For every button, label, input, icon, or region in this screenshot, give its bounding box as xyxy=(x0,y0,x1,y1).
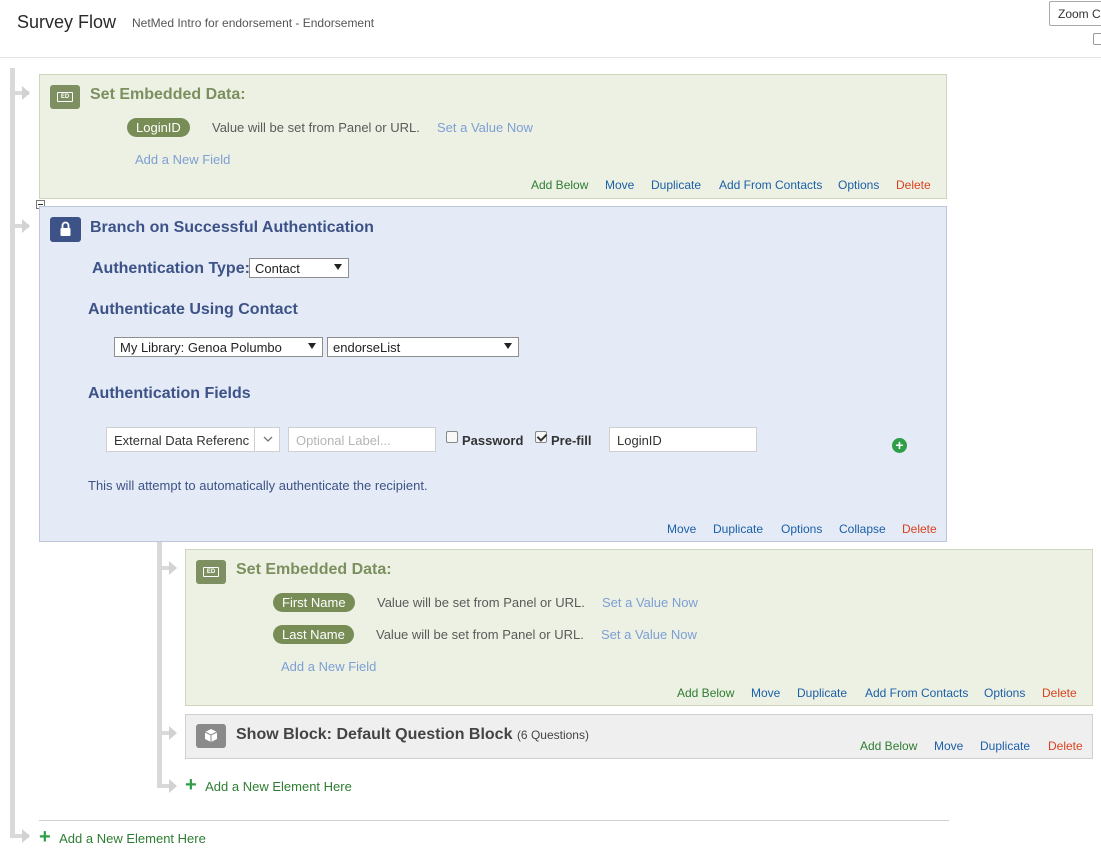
question-count: (6 Questions) xyxy=(516,728,589,742)
add-element-outer[interactable]: + Add a New Element Here xyxy=(39,826,206,848)
prefill-field-input[interactable]: LoginID xyxy=(609,427,757,452)
field-value-text: Value will be set from Panel or URL. xyxy=(377,595,585,610)
options-button[interactable]: Options xyxy=(781,522,822,536)
optional-label-input[interactable]: Optional Label... xyxy=(288,427,436,452)
flow-arrow xyxy=(169,561,177,575)
add-field-link[interactable]: Add a New Field xyxy=(135,152,230,167)
flow-end-divider xyxy=(39,820,949,821)
field-value-text: Value will be set from Panel or URL. xyxy=(376,627,584,642)
plus-icon: + xyxy=(39,826,51,848)
plus-icon: + xyxy=(185,774,197,796)
prefill-label: Pre-fill xyxy=(551,433,592,448)
authenticator-panel: Branch on Successful Authentication Auth… xyxy=(39,206,947,542)
auth-fields-label: Authentication Fields xyxy=(88,385,251,402)
header-divider xyxy=(0,57,1101,58)
field-value-text: Value will be set from Panel or URL. xyxy=(212,120,420,135)
flow-line-inner xyxy=(157,542,162,788)
password-label: Password xyxy=(462,433,524,448)
add-field-plus-icon[interactable]: + xyxy=(892,438,907,453)
field-pill[interactable]: LoginID xyxy=(127,118,190,137)
show-block-title: Show Block: Default Question Block (6 Qu… xyxy=(236,726,589,743)
duplicate-button[interactable]: Duplicate xyxy=(651,178,701,192)
duplicate-button[interactable]: Duplicate xyxy=(797,686,847,700)
add-below-button[interactable]: Add Below xyxy=(860,739,917,753)
delete-button[interactable]: Delete xyxy=(1042,686,1077,700)
move-button[interactable]: Move xyxy=(667,522,696,536)
embedded-data-title: Set Embedded Data: xyxy=(90,86,246,103)
embedded-data-panel: ED Set Embedded Data: LoginID Value will… xyxy=(39,74,947,199)
move-button[interactable]: Move xyxy=(605,178,634,192)
contact-library-select[interactable]: My Library: Genoa Polumbo xyxy=(114,337,323,357)
delete-button[interactable]: Delete xyxy=(896,178,931,192)
page-title: Survey Flow xyxy=(17,12,117,32)
embedded-data-icon: ED xyxy=(196,560,226,584)
show-block-panel: Show Block: Default Question Block (6 Qu… xyxy=(185,714,1093,759)
add-element-label: Add a New Element Here xyxy=(59,831,206,846)
options-button[interactable]: Options xyxy=(984,686,1025,700)
add-field-link[interactable]: Add a New Field xyxy=(281,659,376,674)
add-below-button[interactable]: Add Below xyxy=(531,178,588,192)
password-checkbox[interactable] xyxy=(446,431,458,443)
field-pill[interactable]: First Name xyxy=(273,593,355,612)
collapse-button[interactable]: Collapse xyxy=(839,522,886,536)
add-from-contacts-button[interactable]: Add From Contacts xyxy=(865,686,968,700)
embedded-data-icon: ED xyxy=(50,85,80,109)
chevron-down-icon[interactable] xyxy=(254,427,280,452)
auth-type-label: Authentication Type: xyxy=(92,260,250,277)
zoom-select[interactable]: Zoom C xyxy=(1049,1,1101,26)
set-value-link[interactable]: Set a Value Now xyxy=(601,627,697,642)
flow-arrow xyxy=(22,219,30,233)
add-element-label: Add a New Element Here xyxy=(205,779,352,794)
set-value-link[interactable]: Set a Value Now xyxy=(602,595,698,610)
flow-line-outer xyxy=(10,68,15,838)
embedded-data-title: Set Embedded Data: xyxy=(236,561,392,578)
chevron-down-icon xyxy=(504,343,512,349)
contact-list-select[interactable]: endorseList xyxy=(327,337,519,357)
flow-arrow xyxy=(22,829,30,843)
flow-arrow xyxy=(22,86,30,100)
auth-using-label: Authenticate Using Contact xyxy=(88,301,298,318)
survey-name: NetMed Intro for endorsement - Endorseme… xyxy=(132,16,375,30)
flow-arrow xyxy=(169,726,177,740)
flow-arrow xyxy=(169,779,177,793)
authenticator-title: Branch on Successful Authentication xyxy=(90,219,374,236)
add-below-button[interactable]: Add Below xyxy=(677,686,734,700)
lock-icon xyxy=(50,217,81,242)
header-checkbox[interactable] xyxy=(1093,33,1101,45)
chevron-down-icon xyxy=(308,343,316,349)
delete-button[interactable]: Delete xyxy=(1048,739,1083,753)
field-pill[interactable]: Last Name xyxy=(273,625,354,644)
embedded-data-panel-nested: ED Set Embedded Data: First Name Value w… xyxy=(185,549,1093,706)
auth-type-select[interactable]: Contact xyxy=(249,258,349,278)
duplicate-button[interactable]: Duplicate xyxy=(980,739,1030,753)
add-from-contacts-button[interactable]: Add From Contacts xyxy=(719,178,822,192)
duplicate-button[interactable]: Duplicate xyxy=(713,522,763,536)
move-button[interactable]: Move xyxy=(934,739,963,753)
prefill-checkbox[interactable] xyxy=(535,431,547,443)
auth-note: This will attempt to automatically authe… xyxy=(88,478,428,493)
chevron-down-icon xyxy=(334,264,342,270)
set-value-link[interactable]: Set a Value Now xyxy=(437,120,533,135)
delete-button[interactable]: Delete xyxy=(902,522,937,536)
options-button[interactable]: Options xyxy=(838,178,879,192)
move-button[interactable]: Move xyxy=(751,686,780,700)
cube-icon xyxy=(196,724,226,748)
add-element-inner[interactable]: + Add a New Element Here xyxy=(185,774,352,796)
